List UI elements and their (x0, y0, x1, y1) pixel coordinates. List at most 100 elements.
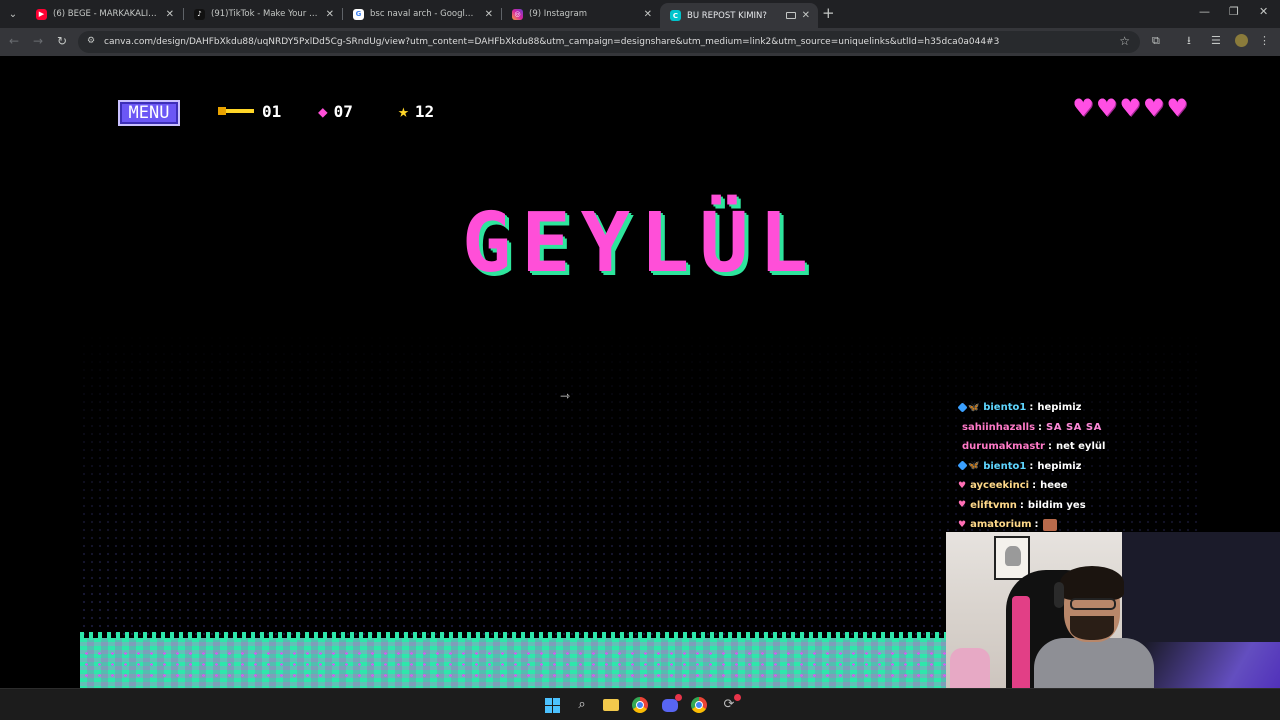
chrome-icon[interactable] (631, 696, 649, 714)
url-text[interactable]: canva.com/design/DAHFbXkdu88/uqNRDY5PxlD… (104, 35, 1094, 49)
tab-youtube[interactable]: ▶ (6) BEGE - MARKAKALİTE - You ✕ (26, 3, 182, 25)
chat-separator: : (1029, 402, 1034, 414)
chat-text: SA SA SA (1046, 421, 1102, 433)
reading-list-icon[interactable]: ☰ (1211, 35, 1221, 47)
site-info-icon[interactable]: ⚙ (87, 36, 98, 47)
more-menu-icon[interactable]: ⋮ (1259, 35, 1270, 47)
sword-counter: 01 (218, 100, 281, 122)
star-icon: ★ (398, 100, 409, 122)
gem-count: 07 (333, 101, 353, 121)
chat-username[interactable]: amatorium (970, 519, 1031, 530)
chat-separator: : (1047, 441, 1052, 453)
webcam-chair-stripe (1012, 596, 1030, 696)
chat-badges: ♥ (958, 481, 966, 491)
heart-icon: ♥ (1166, 94, 1188, 122)
media-playing-icon[interactable] (785, 12, 796, 19)
heart-icon: ♥ (1119, 94, 1141, 122)
tab-title: (91)TikTok - Make Your Day (211, 9, 320, 19)
tab-title: (6) BEGE - MARKAKALİTE - You (53, 9, 160, 19)
reload-icon[interactable]: ↻ (57, 34, 67, 48)
address-bar[interactable]: ⚙ canva.com/design/DAHFbXkdu88/uqNRDY5Px… (78, 31, 1140, 53)
downloads-icon[interactable]: ⭳ (1187, 35, 1191, 47)
chrome-profile-icon[interactable] (690, 696, 708, 714)
bookmark-star-icon[interactable]: ☆ (1119, 34, 1130, 48)
chat-message: ♥ eliftvmn: bildim yes (958, 496, 1158, 516)
gem-counter: ◆ 07 (318, 100, 353, 122)
lives-hearts: ♥ ♥ ♥ ♥ ♥ (1072, 96, 1188, 120)
stream-chat: 🦋 biento1: hepimiz sahiinhazalls: SA SA SA du… (957, 398, 1158, 535)
sword-count: 01 (262, 101, 282, 121)
browser-tab-strip: ⌄ ▶ (6) BEGE - MARKAKALİTE - You ✕ ♪ (91… (0, 0, 1280, 28)
chat-emote-icon (1042, 518, 1057, 531)
close-icon[interactable]: ✕ (166, 9, 174, 20)
star-count: 12 (414, 101, 435, 121)
start-icon[interactable] (543, 696, 561, 714)
chat-separator: : (1029, 460, 1034, 472)
chat-separator: : (1032, 480, 1037, 492)
chat-username[interactable]: biento1 (983, 402, 1026, 413)
sword-icon (218, 107, 256, 115)
tab-canva-active[interactable]: C BU REPOST KİMİN? ✕ (660, 3, 818, 28)
back-icon[interactable]: ← (9, 34, 19, 48)
tab-tiktok[interactable]: ♪ (91)TikTok - Make Your Day ✕ (184, 3, 342, 25)
chat-separator: : (1034, 519, 1039, 531)
chat-separator: : (1038, 421, 1043, 433)
pixel-ground (80, 632, 946, 688)
webcam-cat-poster (994, 536, 1030, 580)
tab-instagram[interactable]: ◎ (9) Instagram ✕ (502, 3, 660, 25)
search-icon[interactable]: ⌕ (573, 696, 591, 714)
webcam-person-hair (1060, 566, 1124, 600)
new-tab-button[interactable]: + (822, 5, 835, 21)
menu-button[interactable]: MENU (118, 100, 180, 126)
discord-icon[interactable] (661, 694, 682, 714)
chat-badges: ♥ (958, 520, 966, 530)
butterfly-badge-icon: 🦋 (968, 402, 980, 413)
chat-username[interactable]: sahiinhazalls (962, 422, 1035, 433)
minimize-icon[interactable]: — (1199, 5, 1210, 18)
close-icon[interactable]: ✕ (644, 9, 652, 20)
move-cursor-icon: ⇾ (560, 389, 571, 403)
heart-icon: ♥ (1142, 94, 1165, 122)
chat-username[interactable]: durumakmastr (962, 441, 1045, 452)
browser-toolbar: ← → ↻ ⚙ canva.com/design/DAHFbXkdu88/uqN… (0, 28, 1280, 56)
game-title: GEYLÜL (461, 196, 819, 291)
chat-username[interactable]: biento1 (983, 461, 1026, 472)
heart-badge-icon: ♥ (958, 500, 967, 511)
webcam-headset (1054, 582, 1064, 608)
heart-badge-icon: ♥ (958, 519, 967, 530)
tab-search-icon[interactable]: ⌄ (4, 5, 22, 23)
canva-viewer: MENU 01 ◆ 07 ★ 12 ♥ ♥ ♥ ♥ ♥ GEYLÜL ⇾ 🦋 biento… (0, 56, 1280, 720)
close-icon[interactable]: ✕ (326, 9, 334, 20)
tab-title: BU REPOST KİMİN? (687, 10, 767, 21)
file-explorer-icon[interactable] (602, 696, 620, 714)
gem-badge-icon (957, 402, 968, 413)
chat-badges: ♥ (958, 500, 966, 510)
chat-message: durumakmastr: net eylül (958, 437, 1158, 457)
close-icon[interactable]: ✕ (802, 10, 810, 21)
restore-icon[interactable]: ❐ (1229, 5, 1239, 18)
tiktok-icon: ♪ (194, 8, 205, 20)
system-app-icon[interactable]: ⟳ (720, 694, 741, 714)
butterfly-badge-icon: 🦋 (968, 461, 980, 472)
google-icon: G (353, 8, 364, 20)
heart-badge-icon: ♥ (958, 480, 967, 491)
chat-text: hepimiz (1037, 402, 1082, 414)
chat-text: heee (1040, 480, 1068, 492)
chat-username[interactable]: eliftvmn (970, 500, 1017, 511)
forward-icon[interactable]: → (33, 34, 43, 48)
webcam-person-glasses (1070, 598, 1116, 610)
youtube-icon: ▶ (36, 8, 47, 20)
close-window-icon[interactable]: ✕ (1259, 5, 1268, 18)
profile-avatar[interactable] (1235, 34, 1248, 47)
chat-username[interactable]: ayceekinci (970, 480, 1029, 491)
chat-separator: : (1019, 499, 1024, 511)
chat-message: ♥ ayceekinci: heee (958, 476, 1158, 496)
heart-icon: ♥ (1072, 94, 1094, 122)
tab-google[interactable]: G bsc naval arch - Google'da Ara ✕ (343, 3, 501, 25)
close-icon[interactable]: ✕ (485, 9, 493, 20)
star-counter: ★ 12 (398, 100, 434, 122)
extensions-icon[interactable]: ⧉ (1152, 35, 1160, 47)
webcam-person-beard (1070, 616, 1114, 640)
tab-title: (9) Instagram (529, 9, 587, 19)
chat-text: hepimiz (1037, 460, 1082, 472)
